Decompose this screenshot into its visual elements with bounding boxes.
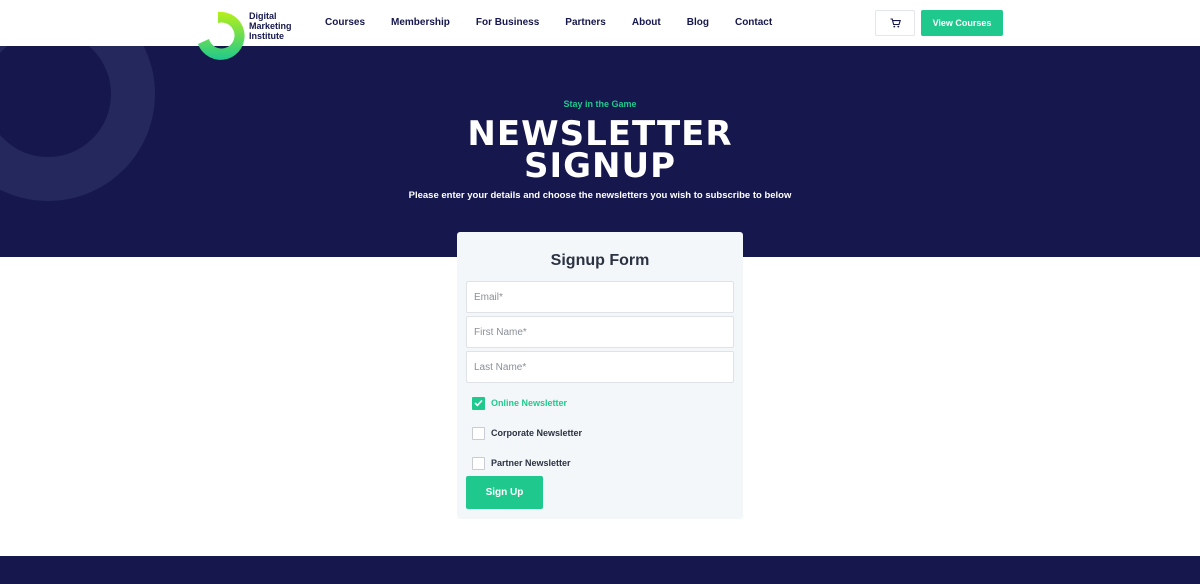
nav-about[interactable]: About	[632, 17, 661, 29]
cart-button[interactable]	[875, 10, 915, 36]
hero-tagline: Stay in the Game	[563, 99, 637, 109]
nav-blog[interactable]: Blog	[687, 17, 709, 29]
sign-up-button[interactable]: Sign Up	[466, 476, 543, 509]
nav-for-business[interactable]: For Business	[476, 17, 539, 29]
first-name-field[interactable]	[466, 316, 734, 348]
corporate-newsletter-label: Corporate Newsletter	[491, 428, 583, 438]
logo-line: Institute	[249, 31, 284, 41]
logo-line: Digital	[249, 11, 277, 21]
footer-band	[0, 556, 1200, 584]
online-newsletter-checkbox[interactable]	[472, 396, 485, 410]
online-newsletter-label: Online Newsletter	[491, 398, 568, 408]
corporate-newsletter-option[interactable]: Corporate Newsletter	[472, 426, 582, 440]
partner-newsletter-checkbox[interactable]	[472, 456, 485, 470]
cart-icon	[890, 18, 901, 28]
title-line-2: SIGNUP	[523, 146, 677, 186]
nav-courses[interactable]: Courses	[325, 17, 365, 29]
site-header: Digital Marketing Institute Courses Memb…	[0, 0, 1200, 60]
hero-subtitle: Please enter your details and choose the…	[408, 190, 792, 201]
logo-text[interactable]: Digital Marketing Institute	[249, 11, 309, 41]
hero-banner: Stay in the Game NEWSLETTER SIGNUP Pleas…	[0, 46, 1200, 257]
partner-newsletter-option[interactable]: Partner Newsletter	[472, 456, 571, 470]
checkmark-icon	[474, 399, 483, 407]
partner-newsletter-label: Partner Newsletter	[491, 458, 571, 468]
signup-form-card: Signup Form Online Newsletter Corporate …	[457, 232, 743, 519]
corporate-newsletter-checkbox[interactable]	[472, 426, 485, 440]
online-newsletter-option[interactable]: Online Newsletter	[472, 396, 567, 410]
logo-line: Marketing	[249, 21, 292, 31]
page-title: NEWSLETTER SIGNUP	[0, 117, 1200, 186]
nav-partners[interactable]: Partners	[565, 17, 606, 29]
view-courses-button[interactable]: View Courses	[921, 10, 1003, 36]
nav-membership[interactable]: Membership	[391, 17, 450, 29]
main-nav: Courses Membership For Business Partners…	[325, 17, 798, 29]
email-field[interactable]	[466, 281, 734, 313]
dmi-logo-icon[interactable]	[196, 10, 246, 60]
last-name-field[interactable]	[466, 351, 734, 383]
nav-contact[interactable]: Contact	[735, 17, 772, 29]
form-title: Signup Form	[550, 252, 650, 269]
